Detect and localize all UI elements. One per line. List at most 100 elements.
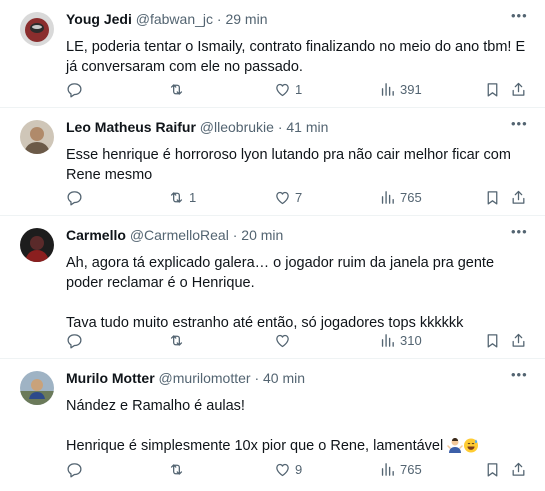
more-horizontal-icon[interactable]: ••• <box>511 9 527 25</box>
views-chart-icon <box>379 461 396 478</box>
avatar[interactable] <box>20 12 54 46</box>
like-count: 7 <box>295 189 303 205</box>
more-horizontal-icon[interactable]: ••• <box>511 368 527 384</box>
bookmark-button[interactable] <box>484 79 501 99</box>
share-icon <box>510 461 527 478</box>
tweet-header: Murilo Motter @murilomotter · 40 min <box>66 369 505 387</box>
retweet-icon <box>168 189 185 206</box>
heart-icon <box>274 461 291 478</box>
tweet-text: Ah, agora tá explicado galera… o jogador… <box>66 253 527 333</box>
user-handle[interactable]: @lleobrukie <box>200 119 274 135</box>
share-button[interactable] <box>510 79 527 99</box>
avatar[interactable] <box>20 371 54 405</box>
tweet-text: LE, poderia tentar o Ismaily, contrato f… <box>66 37 527 77</box>
reply-feed: Youg Jedi @fabwan_jc · 29 min ••• LE, po… <box>0 0 545 491</box>
views-chart-icon <box>379 189 396 206</box>
timestamp[interactable]: 29 min <box>225 11 267 27</box>
views-button[interactable]: 310 <box>379 330 422 350</box>
bookmark-icon <box>484 461 501 478</box>
retweet-icon <box>168 332 185 349</box>
views-button[interactable]: 765 <box>379 187 422 207</box>
view-count: 765 <box>400 189 422 205</box>
reply-icon <box>66 461 83 478</box>
heart-icon <box>274 189 291 206</box>
display-name[interactable]: Carmello <box>66 227 126 243</box>
reply-icon <box>66 81 83 98</box>
tweet-text: Nández e Ramalho é aulas! Henrique é sim… <box>66 396 527 456</box>
reply-icon <box>66 332 83 349</box>
tweet-text: Esse henrique é horroroso lyon lutando p… <box>66 145 527 185</box>
views-chart-icon <box>379 81 396 98</box>
bookmark-button[interactable] <box>484 459 501 479</box>
reply-button[interactable] <box>66 187 87 207</box>
share-button[interactable] <box>510 330 527 350</box>
user-handle[interactable]: @CarmelloReal <box>130 227 229 243</box>
share-button[interactable] <box>510 187 527 207</box>
tweet-actions: 310 <box>62 330 525 350</box>
tweet[interactable]: Leo Matheus Raifur @lleobrukie · 41 min … <box>0 108 545 216</box>
tweet-paragraph: Nández e Ramalho é aulas! <box>66 398 245 414</box>
tweet-paragraph: Ah, agora tá explicado galera… o jogador… <box>66 255 495 291</box>
views-button[interactable]: 391 <box>379 79 422 99</box>
timestamp[interactable]: 40 min <box>263 370 305 386</box>
like-button[interactable]: 1 <box>274 79 302 99</box>
heart-icon <box>274 81 291 98</box>
separator: · <box>216 11 222 27</box>
bookmark-icon <box>484 332 501 349</box>
timestamp[interactable]: 20 min <box>241 227 283 243</box>
view-count: 310 <box>400 332 422 348</box>
retweet-button[interactable] <box>168 330 189 350</box>
display-name[interactable]: Youg Jedi <box>66 11 132 27</box>
retweet-button[interactable]: 1 <box>168 187 196 207</box>
separator: · <box>254 370 260 386</box>
reply-button[interactable] <box>66 330 87 350</box>
like-button[interactable]: 7 <box>274 187 302 207</box>
tweet-paragraph: Esse henrique é horroroso lyon lutando p… <box>66 147 511 183</box>
display-name[interactable]: Murilo Motter <box>66 370 155 386</box>
more-horizontal-icon[interactable]: ••• <box>511 225 527 241</box>
user-handle[interactable]: @fabwan_jc <box>136 11 213 27</box>
tweet-actions: 9 765 <box>62 459 525 479</box>
tweet-header: Carmello @CarmelloReal · 20 min <box>66 226 505 244</box>
tweet-paragraph: Henrique é simplesmente 10x pior que o R… <box>66 438 444 454</box>
tweet-header: Leo Matheus Raifur @lleobrukie · 41 min <box>66 118 505 136</box>
reply-button[interactable] <box>66 459 87 479</box>
tweet[interactable]: Youg Jedi @fabwan_jc · 29 min ••• LE, po… <box>0 0 545 108</box>
retweet-button[interactable] <box>168 79 189 99</box>
more-horizontal-icon[interactable]: ••• <box>511 117 527 133</box>
like-button[interactable] <box>274 330 295 350</box>
retweet-button[interactable] <box>168 459 189 479</box>
retweet-icon <box>168 461 185 478</box>
user-handle[interactable]: @murilomotter <box>159 370 251 386</box>
retweet-icon <box>168 81 185 98</box>
tweet-paragraph-with-emoji: Henrique é simplesmente 10x pior que o R… <box>66 436 527 456</box>
tweet[interactable]: Carmello @CarmelloReal · 20 min ••• Ah, … <box>0 216 545 359</box>
display-name[interactable]: Leo Matheus Raifur <box>66 119 196 135</box>
reply-button[interactable] <box>66 79 87 99</box>
view-count: 391 <box>400 81 422 97</box>
timestamp[interactable]: 41 min <box>286 119 328 135</box>
avatar[interactable] <box>20 228 54 262</box>
share-icon <box>510 332 527 349</box>
share-icon <box>510 81 527 98</box>
views-chart-icon <box>379 332 396 349</box>
heart-icon <box>274 332 291 349</box>
separator: · <box>277 119 283 135</box>
person-shrugging-emoji-icon <box>447 437 463 453</box>
retweet-count: 1 <box>189 189 197 205</box>
bookmark-button[interactable] <box>484 187 501 207</box>
grinning-sweat-emoji-icon <box>463 437 479 453</box>
share-button[interactable] <box>510 459 527 479</box>
avatar[interactable] <box>20 120 54 154</box>
like-button[interactable]: 9 <box>274 459 302 479</box>
view-count: 765 <box>400 461 422 477</box>
tweet-header: Youg Jedi @fabwan_jc · 29 min <box>66 10 505 28</box>
share-icon <box>510 189 527 206</box>
tweet[interactable]: Murilo Motter @murilomotter · 40 min •••… <box>0 359 545 491</box>
tweet-paragraph: LE, poderia tentar o Ismaily, contrato f… <box>66 39 526 75</box>
separator: · <box>232 227 238 243</box>
bookmark-icon <box>484 189 501 206</box>
views-button[interactable]: 765 <box>379 459 422 479</box>
tweet-actions: 1 7 765 <box>62 187 525 207</box>
bookmark-button[interactable] <box>484 330 501 350</box>
